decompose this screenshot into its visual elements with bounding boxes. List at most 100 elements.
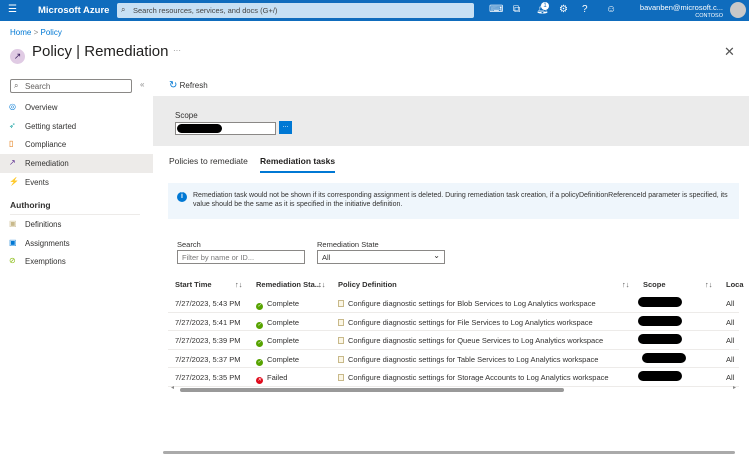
policy-document-icon (338, 337, 344, 344)
avatar[interactable] (730, 2, 746, 18)
location: All (726, 336, 735, 345)
breadcrumb-policy[interactable]: Policy (40, 28, 61, 37)
column-remediation-state[interactable]: Remediation Sta... (256, 280, 321, 289)
policy-name: Configure diagnostic settings for Queue … (348, 336, 604, 345)
sidebar-section-authoring: Authoring (10, 200, 51, 210)
sidebar-item-compliance[interactable]: ▯ Compliance (0, 135, 153, 154)
sidebar-item-assignments[interactable]: ▣ Assignments (0, 234, 153, 253)
search-icon: ⌕ (121, 5, 126, 14)
state-text: Failed (267, 373, 288, 382)
sidebar-item-label: Remediation (25, 159, 69, 168)
sidebar-item-events[interactable]: ⚡ Events (0, 173, 153, 192)
column-location[interactable]: Loca (726, 280, 744, 289)
search-placeholder: Search resources, services, and docs (G+… (133, 6, 278, 15)
info-text: Remediation task would not be shown if i… (193, 192, 728, 208)
policy-definition-link[interactable]: Configure diagnostic settings for Blob S… (338, 299, 596, 308)
rocket-icon: ➶ (9, 121, 16, 130)
start-time: 7/27/2023, 5:35 PM (175, 373, 241, 382)
check-circle-icon: ✓ (256, 340, 263, 347)
breadcrumb-separator: > (33, 28, 39, 37)
sidebar-search-input[interactable]: ⌕ Search (10, 79, 132, 93)
start-time: 7/27/2023, 5:37 PM (175, 354, 241, 364)
scroll-left-icon[interactable]: ◂ (171, 384, 174, 391)
collapse-sidebar-icon[interactable]: « (140, 80, 144, 89)
sidebar-item-definitions[interactable]: ▣ Definitions (0, 215, 153, 234)
refresh-button[interactable]: ↻ Refresh (169, 80, 208, 91)
breadcrumb: Home > Policy (10, 28, 62, 37)
more-options-button[interactable]: ··· (173, 46, 181, 55)
remediation-state-label: Remediation State (317, 240, 379, 249)
chevron-down-icon: ⌄ (433, 251, 440, 260)
close-icon[interactable]: ✕ (724, 44, 735, 60)
search-icon: ⌕ (14, 81, 19, 90)
tab-remediation-tasks[interactable]: Remediation tasks (260, 156, 336, 173)
sidebar-item-label: Compliance (25, 140, 67, 149)
help-icon[interactable]: ? (582, 4, 588, 15)
scope-input[interactable] (175, 122, 276, 135)
scroll-right-icon[interactable]: ▸ (733, 384, 736, 391)
settings-gear-icon[interactable]: ⚙ (559, 4, 568, 15)
table-row[interactable]: 7/27/2023, 5:37 PM ✓ Complete Configure d… (168, 350, 739, 368)
refresh-icon: ↻ (169, 80, 178, 91)
start-time: 7/27/2023, 5:39 PM (175, 336, 241, 345)
redacted-scope (638, 297, 682, 307)
scope-panel (153, 96, 749, 146)
tenant-name: CONTOSO (695, 13, 723, 19)
user-email: bavanben@microsoft.c... (639, 3, 723, 12)
redacted-scope (177, 124, 222, 133)
policy-name: Configure diagnostic settings for File S… (348, 317, 593, 327)
global-search-input[interactable]: ⌕ Search resources, services, and docs (G… (117, 3, 474, 18)
sidebar-item-overview[interactable]: ◎ Overview (0, 98, 153, 117)
hamburger-menu-icon[interactable]: ☰ (8, 4, 17, 15)
column-scope[interactable]: Scope (643, 280, 666, 289)
breadcrumb-home[interactable]: Home (10, 28, 31, 37)
policy-definition-link[interactable]: Configure diagnostic settings for Table … (338, 355, 598, 364)
info-banner: i Remediation task would not be shown if … (168, 183, 739, 219)
check-circle-icon: ✓ (256, 358, 263, 366)
search-label: Search (177, 240, 201, 249)
sidebar-search-placeholder: Search (25, 82, 51, 91)
redacted-scope (638, 334, 682, 344)
cloud-shell-icon[interactable]: ⌨ (489, 4, 503, 15)
assignments-icon: ▣ (9, 238, 17, 247)
policy-definition-link[interactable]: Configure diagnostic settings for Storag… (338, 373, 609, 382)
azure-brand[interactable]: Microsoft Azure (38, 5, 109, 16)
column-start-time[interactable]: Start Time (175, 280, 212, 289)
page-scrollbar-thumb[interactable] (163, 451, 735, 454)
exemptions-icon: ⊘ (9, 256, 16, 265)
sidebar-item-remediation[interactable]: ↗ Remediation (0, 154, 153, 173)
account-menu[interactable]: bavanben@microsoft.c... CONTOSO (640, 3, 723, 21)
policy-name: Configure diagnostic settings for Blob S… (348, 299, 596, 308)
remediation-state-dropdown[interactable]: All ⌄ (317, 250, 445, 264)
scope-picker-button[interactable]: ... (279, 121, 292, 134)
table-scrollbar-thumb[interactable] (180, 388, 564, 392)
policy-definition-link[interactable]: Configure diagnostic settings for File S… (338, 318, 593, 327)
location: All (726, 354, 735, 364)
sort-icon[interactable]: ↑↓ (705, 280, 713, 289)
tab-policies-to-remediate[interactable]: Policies to remediate (169, 156, 248, 171)
table-row[interactable]: 7/27/2023, 5:41 PM ✓ Complete Configure d… (168, 313, 739, 331)
location: All (726, 299, 735, 308)
table-row[interactable]: 7/27/2023, 5:43 PM ✓ Complete Configure d… (168, 294, 739, 313)
location: All (726, 373, 735, 382)
remediation-state: ✕ Failed (256, 373, 287, 384)
check-circle-icon: ✓ (256, 303, 263, 310)
remediation-icon: ↗ (9, 158, 16, 167)
sort-icon[interactable]: ↑↓ (318, 280, 326, 289)
table-row[interactable]: 7/27/2023, 5:39 PM ✓ Complete Configure d… (168, 331, 739, 350)
definitions-icon: ▣ (9, 219, 17, 228)
policy-definition-link[interactable]: Configure diagnostic settings for Queue … (338, 336, 603, 345)
feedback-icon[interactable]: ☺ (606, 4, 616, 15)
column-policy-definition[interactable]: Policy Definition (338, 280, 397, 289)
sidebar-item-exemptions[interactable]: ⊘ Exemptions (0, 252, 153, 271)
filter-search-input[interactable]: Filter by name or ID... (177, 250, 305, 264)
sort-icon[interactable]: ↑↓ (235, 280, 243, 289)
redacted-scope (638, 315, 682, 326)
state-text: Complete (267, 336, 300, 345)
sidebar-item-label: Definitions (25, 220, 62, 229)
sidebar-item-getting-started[interactable]: ➶ Getting started (0, 117, 153, 136)
start-time: 7/27/2023, 5:41 PM (175, 317, 241, 327)
table-row[interactable]: 7/27/2023, 5:35 PM ✕ Failed Configure dia… (168, 368, 739, 387)
directory-filter-icon[interactable]: ⧉ (513, 4, 520, 15)
sort-icon[interactable]: ↑↓ (622, 280, 630, 289)
